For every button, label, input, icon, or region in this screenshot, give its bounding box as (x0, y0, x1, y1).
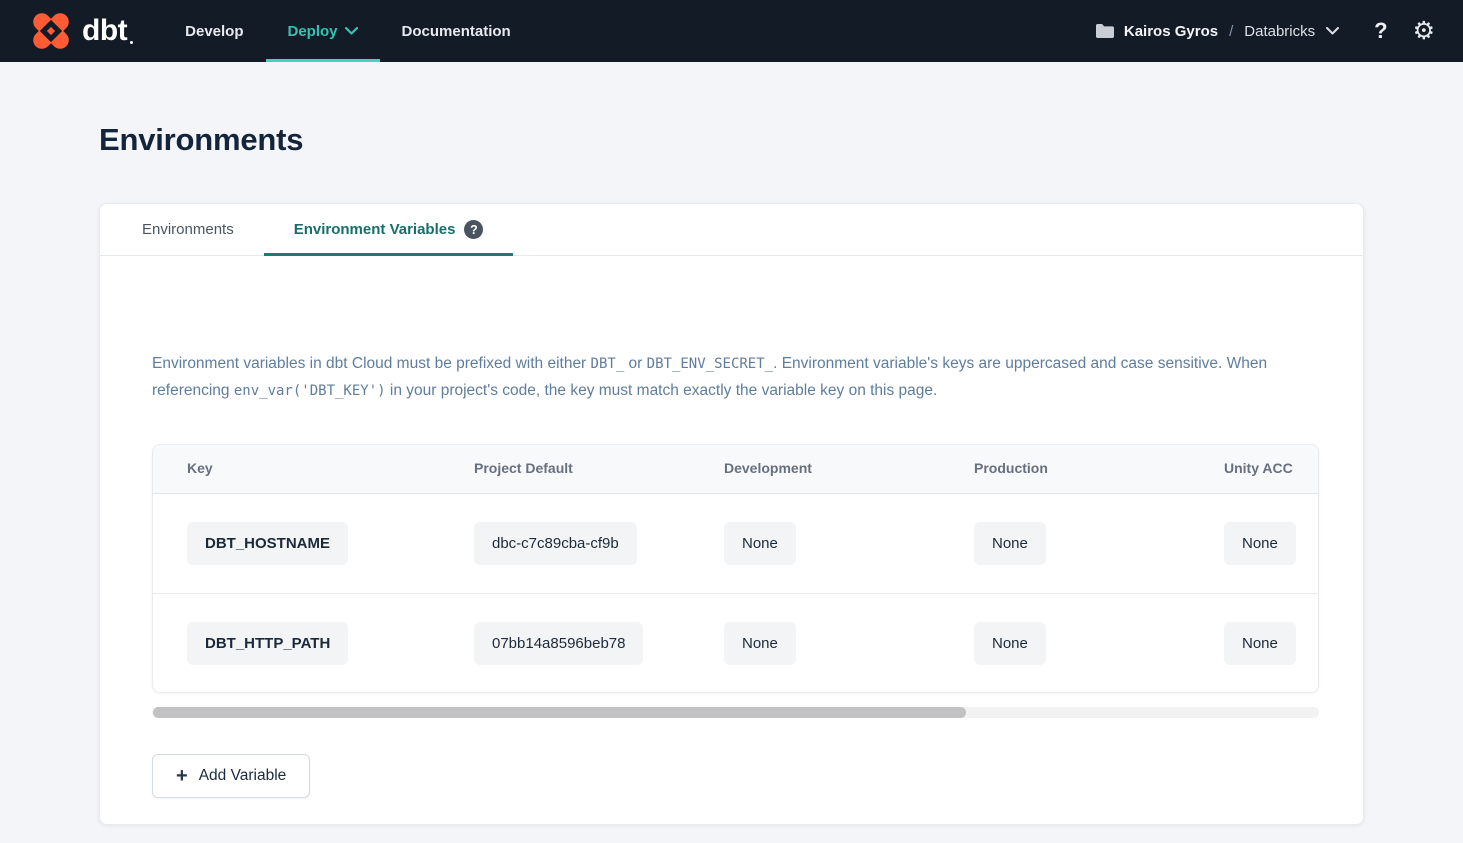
gear-icon[interactable]: ⚙ (1413, 19, 1435, 44)
table-row: DBT_HOSTNAME dbc-c7c89cba-cf9b None None… (153, 494, 1319, 593)
page-content: Environments Environments Environment Va… (0, 122, 1463, 825)
table-row: DBT_HTTP_PATH 07bb14a8596beb78 None None… (153, 593, 1319, 692)
nav-item-develop[interactable]: Develop (163, 0, 265, 62)
nav-item-deploy[interactable]: Deploy (266, 0, 380, 62)
horizontal-scrollbar-track[interactable] (152, 707, 1319, 718)
variable-key-cell[interactable]: DBT_HTTP_PATH (187, 622, 348, 665)
column-header-development: Development (724, 460, 812, 476)
development-value-cell[interactable]: None (724, 522, 796, 565)
variables-table-inner: Key Project Default Development Producti… (153, 445, 1319, 692)
code-dbt-env-secret-prefix: DBT_ENV_SECRET_ (647, 356, 773, 372)
variables-table: Key Project Default Development Producti… (152, 444, 1319, 693)
column-header-project-default: Project Default (474, 460, 573, 476)
code-env-var-example: env_var('DBT_KEY') (234, 383, 386, 399)
breadcrumb-separator: / (1227, 23, 1235, 40)
top-nav: dbt Develop Deploy Documentation Kairos … (0, 0, 1463, 62)
description-text: Environment variables in dbt Cloud must … (152, 351, 1317, 404)
page-title: Environments (99, 122, 1364, 158)
account-chevron-down-icon[interactable] (1326, 27, 1339, 35)
primary-nav: Develop Deploy Documentation (163, 0, 533, 62)
plus-icon: + (176, 766, 188, 786)
dbt-wordmark: dbt (82, 16, 127, 46)
production-value-cell[interactable]: None (974, 622, 1046, 665)
card-body: Environment variables in dbt Cloud must … (100, 351, 1363, 798)
tab-environment-variables[interactable]: Environment Variables ? (264, 204, 514, 255)
code-dbt-prefix: DBT_ (591, 356, 625, 372)
variable-key-cell[interactable]: DBT_HOSTNAME (187, 522, 348, 565)
column-header-unity-acc: Unity ACC (1224, 460, 1293, 476)
unity-acc-value-cell[interactable]: None (1224, 622, 1296, 665)
project-default-cell[interactable]: 07bb14a8596beb78 (474, 622, 643, 665)
project-name[interactable]: Kairos Gyros (1124, 23, 1218, 40)
add-variable-button[interactable]: + Add Variable (152, 754, 310, 798)
project-default-cell[interactable]: dbc-c7c89cba-cf9b (474, 522, 637, 565)
horizontal-scrollbar-thumb[interactable] (153, 707, 966, 718)
tab-environments[interactable]: Environments (112, 204, 264, 255)
nav-right-cluster: Kairos Gyros / Databricks ? ⚙ (1095, 0, 1435, 62)
add-variable-label: Add Variable (199, 767, 287, 785)
folder-icon (1095, 23, 1115, 39)
environment-name[interactable]: Databricks (1244, 23, 1315, 40)
column-header-key: Key (187, 460, 213, 476)
unity-acc-value-cell[interactable]: None (1224, 522, 1296, 565)
table-header-row: Key Project Default Development Producti… (153, 445, 1319, 494)
nav-item-documentation[interactable]: Documentation (380, 0, 533, 62)
production-value-cell[interactable]: None (974, 522, 1046, 565)
development-value-cell[interactable]: None (724, 622, 796, 665)
chevron-down-icon (345, 27, 358, 35)
environments-card: Environments Environment Variables ? Env… (99, 203, 1364, 825)
column-header-production: Production (974, 460, 1048, 476)
question-circle-icon[interactable]: ? (464, 220, 483, 239)
help-icon[interactable]: ? (1374, 18, 1387, 44)
dbt-logo[interactable]: dbt (28, 0, 127, 62)
dbt-logo-icon (28, 8, 74, 54)
tab-bar: Environments Environment Variables ? (100, 204, 1363, 256)
